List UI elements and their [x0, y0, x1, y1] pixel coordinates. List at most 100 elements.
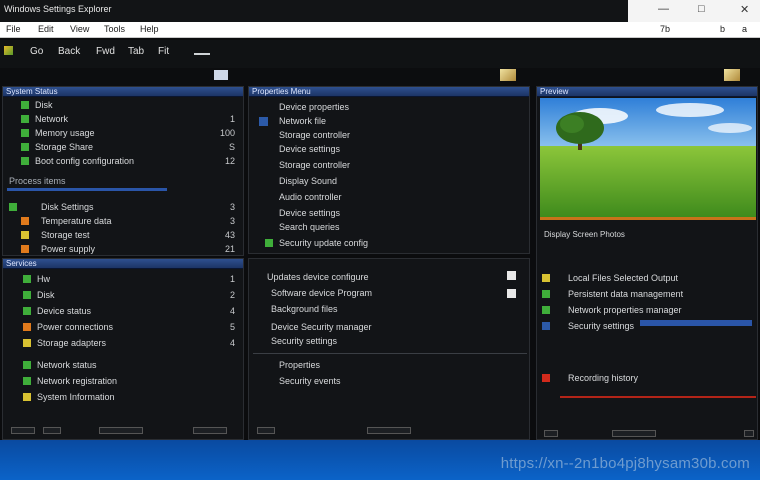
status-icon: [23, 307, 31, 315]
list-item[interactable]: Disk Settings 3: [3, 201, 243, 213]
list-item-label: Storage test: [41, 230, 90, 240]
toolbar-go-button[interactable]: Go: [30, 46, 43, 57]
list-item[interactable]: Network properties manager: [538, 304, 756, 316]
list-item[interactable]: System Information: [3, 391, 243, 403]
status-button[interactable]: [43, 427, 61, 434]
status-button[interactable]: [744, 430, 754, 437]
minimize-button[interactable]: —: [658, 3, 669, 15]
list-item-label: Hw: [37, 274, 50, 284]
list-item[interactable]: Local Files Selected Output: [538, 272, 756, 284]
toolbar: Go Back Fwd Tab Fit: [0, 40, 760, 68]
list-item-label: Software device Program: [271, 288, 373, 298]
list-item[interactable]: Device Security manager: [249, 321, 529, 333]
subbar-image-icon-2[interactable]: [724, 69, 740, 81]
landscape-image: [540, 98, 756, 218]
list-item[interactable]: Security events: [249, 375, 529, 387]
menu-tools[interactable]: Tools: [104, 24, 125, 34]
subbar-window-icon[interactable]: [214, 70, 228, 80]
maximize-button[interactable]: □: [698, 3, 705, 15]
list-item[interactable]: Search queries: [249, 221, 529, 233]
list-item[interactable]: Temperature data 3: [3, 215, 243, 227]
list-item-label: Network properties manager: [568, 305, 682, 315]
list-item-label: Power supply: [41, 244, 96, 254]
list-item[interactable]: Storage controller: [249, 129, 529, 141]
list-item-label: Storage controller: [279, 130, 351, 140]
list-item[interactable]: Power supply 21: [3, 243, 243, 255]
list-item-label: Local Files Selected Output: [568, 273, 679, 283]
subbar-image-icon[interactable]: [500, 69, 516, 81]
status-icon: [23, 275, 31, 283]
toolbar-fit-button[interactable]: Fit: [158, 46, 169, 57]
list-item[interactable]: Security settings: [249, 335, 529, 347]
list-item-label: Device Security manager: [271, 322, 372, 332]
list-item[interactable]: Security update config: [249, 237, 529, 249]
checkbox[interactable]: [507, 289, 516, 298]
section-footer-label: Process items: [9, 176, 66, 186]
list-item-label: Device settings: [279, 144, 341, 154]
list-item[interactable]: Device settings: [249, 143, 529, 155]
list-item[interactable]: Device status 4: [3, 305, 243, 317]
list-item[interactable]: Persistent data management: [538, 288, 756, 300]
list-item-label: Background files: [271, 304, 338, 314]
status-button[interactable]: [257, 427, 275, 434]
list-item-label: Network: [35, 114, 69, 124]
status-button[interactable]: [367, 427, 411, 434]
status-button[interactable]: [612, 430, 656, 437]
menu-edit[interactable]: Edit: [38, 24, 54, 34]
menu-right-icon-3[interactable]: a: [742, 24, 747, 34]
list-item[interactable]: Updates device configure: [249, 271, 529, 283]
list-item[interactable]: Storage test 43: [3, 229, 243, 241]
preview-image[interactable]: [540, 98, 756, 218]
subbar: [0, 68, 760, 86]
close-button[interactable]: ✕: [740, 3, 749, 16]
menu-help[interactable]: Help: [140, 24, 159, 34]
list-item[interactable]: Storage Share S: [3, 141, 243, 153]
status-button[interactable]: [11, 427, 35, 434]
list-item[interactable]: Recording history: [538, 372, 756, 384]
list-item[interactable]: Boot config configuration 12: [3, 155, 243, 167]
menu-right-icon-2[interactable]: b: [720, 24, 725, 34]
list-item[interactable]: Software device Program: [249, 287, 529, 299]
list-item[interactable]: Network 1: [3, 113, 243, 125]
status-icon: [23, 339, 31, 347]
list-item[interactable]: Memory usage 100: [3, 127, 243, 139]
status-icon: [21, 143, 29, 151]
list-item[interactable]: Disk: [3, 99, 243, 111]
list-item[interactable]: Hw 1: [3, 273, 243, 285]
list-item[interactable]: Device properties: [249, 101, 529, 113]
list-item[interactable]: Power connections 5: [3, 321, 243, 333]
list-item[interactable]: Disk 2: [3, 289, 243, 301]
list-item[interactable]: Network status: [3, 359, 243, 371]
list-item[interactable]: Properties: [249, 359, 529, 371]
list-item-value: 21: [224, 244, 235, 254]
status-button[interactable]: [544, 430, 558, 437]
list-item[interactable]: Device settings: [249, 207, 529, 219]
window-title: Windows Settings Explorer: [4, 4, 112, 14]
status-button[interactable]: [193, 427, 227, 434]
menu-file[interactable]: File: [6, 24, 21, 34]
list-item[interactable]: Display Sound: [249, 175, 529, 187]
list-item[interactable]: Storage adapters 4: [3, 337, 243, 349]
list-item-label: Audio controller: [279, 192, 342, 202]
list-item[interactable]: Storage controller: [249, 159, 529, 171]
status-icon: [21, 129, 29, 137]
list-item[interactable]: Network registration: [3, 375, 243, 387]
panel-header: System Status: [3, 87, 243, 97]
list-item[interactable]: Network file: [249, 115, 529, 127]
list-item-value: S: [228, 142, 235, 152]
toolbar-folder-icon[interactable]: [4, 46, 13, 58]
menu-right-icon-1[interactable]: 7b: [660, 24, 670, 34]
toolbar-tab-button[interactable]: Tab: [128, 46, 144, 57]
list-item[interactable]: Background files: [249, 303, 529, 315]
checkbox[interactable]: [507, 271, 516, 280]
status-icon: [21, 245, 29, 253]
toolbar-back-button[interactable]: Back: [58, 46, 80, 57]
list-item-value: 2: [229, 290, 235, 300]
list-item-value: 3: [229, 216, 235, 226]
list-item[interactable]: Audio controller: [249, 191, 529, 203]
image-caption: Display Screen Photos: [544, 230, 625, 239]
menu-view[interactable]: View: [70, 24, 89, 34]
status-button[interactable]: [99, 427, 143, 434]
list-item-label: Temperature data: [41, 216, 112, 226]
toolbar-forward-button[interactable]: Fwd: [96, 46, 115, 57]
